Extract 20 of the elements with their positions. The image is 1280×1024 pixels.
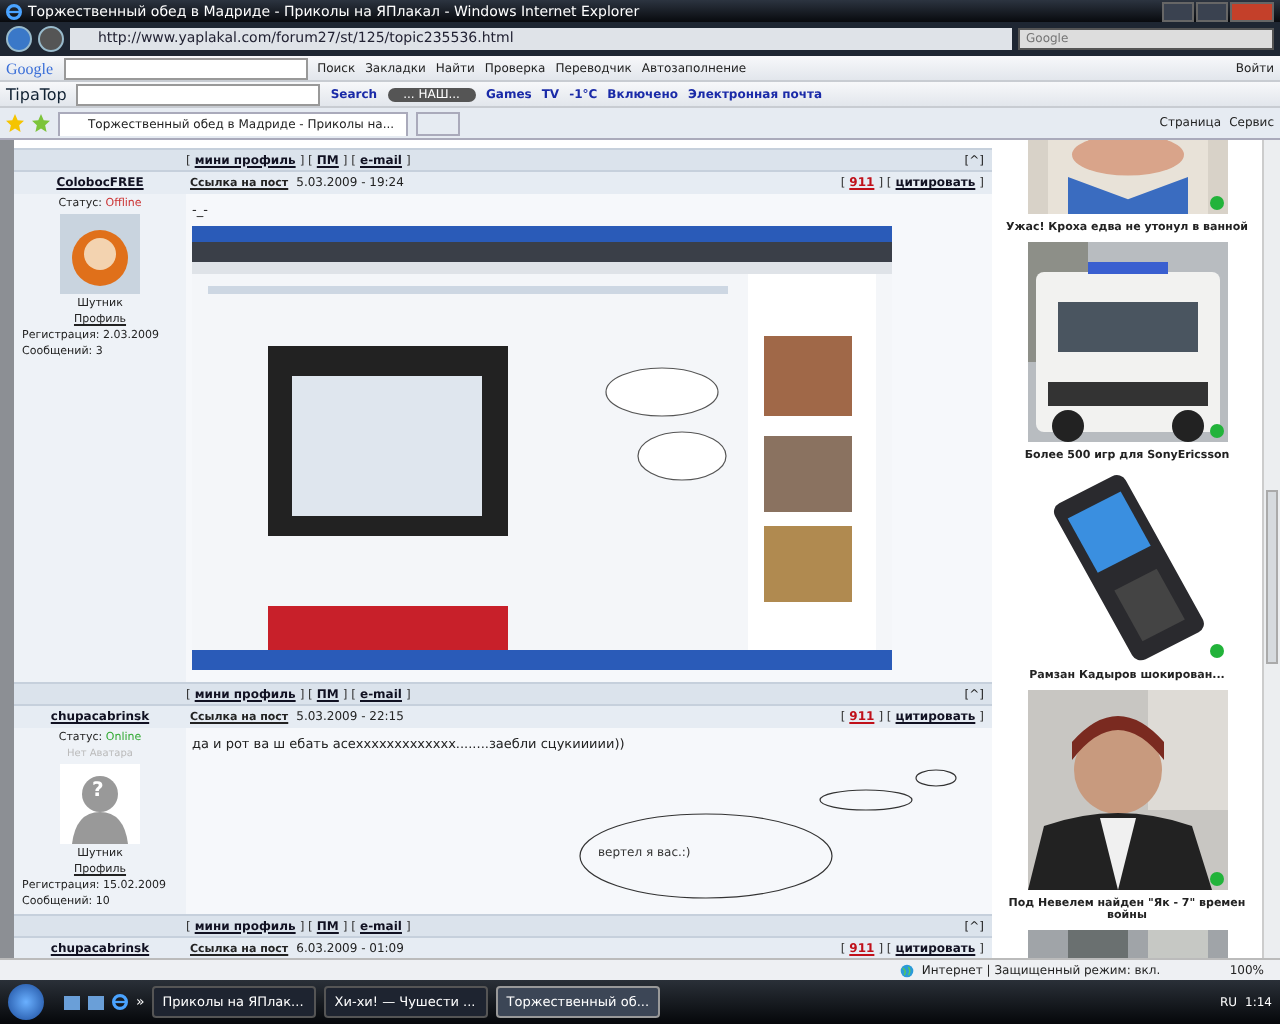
back-button[interactable]: [6, 26, 32, 52]
question-mark: ?: [92, 782, 104, 802]
scrollbar[interactable]: [1262, 140, 1280, 958]
window-switch-icon[interactable]: [88, 995, 104, 1009]
start-button[interactable]: [8, 984, 44, 1020]
forward-button[interactable]: [38, 26, 64, 52]
star-icon[interactable]: [6, 114, 24, 132]
minimize-button[interactable]: [1162, 1, 1194, 21]
browser-logo-icon[interactable]: [112, 994, 128, 1010]
toolbar-search-field[interactable]: [63, 57, 308, 79]
maximize-button[interactable]: [1196, 1, 1228, 21]
close-button[interactable]: [1230, 1, 1274, 21]
toolbar-logo: TipaTop: [6, 85, 67, 103]
show-desktop-icon[interactable]: [64, 995, 80, 1009]
browser-logo-icon: [6, 3, 22, 19]
toolbar-logo: Google: [6, 59, 54, 77]
toolbar-search-field[interactable]: [76, 83, 321, 105]
unknown-user-icon: [60, 764, 140, 844]
globe-icon: [899, 963, 914, 977]
avatar-icon: [60, 214, 140, 294]
